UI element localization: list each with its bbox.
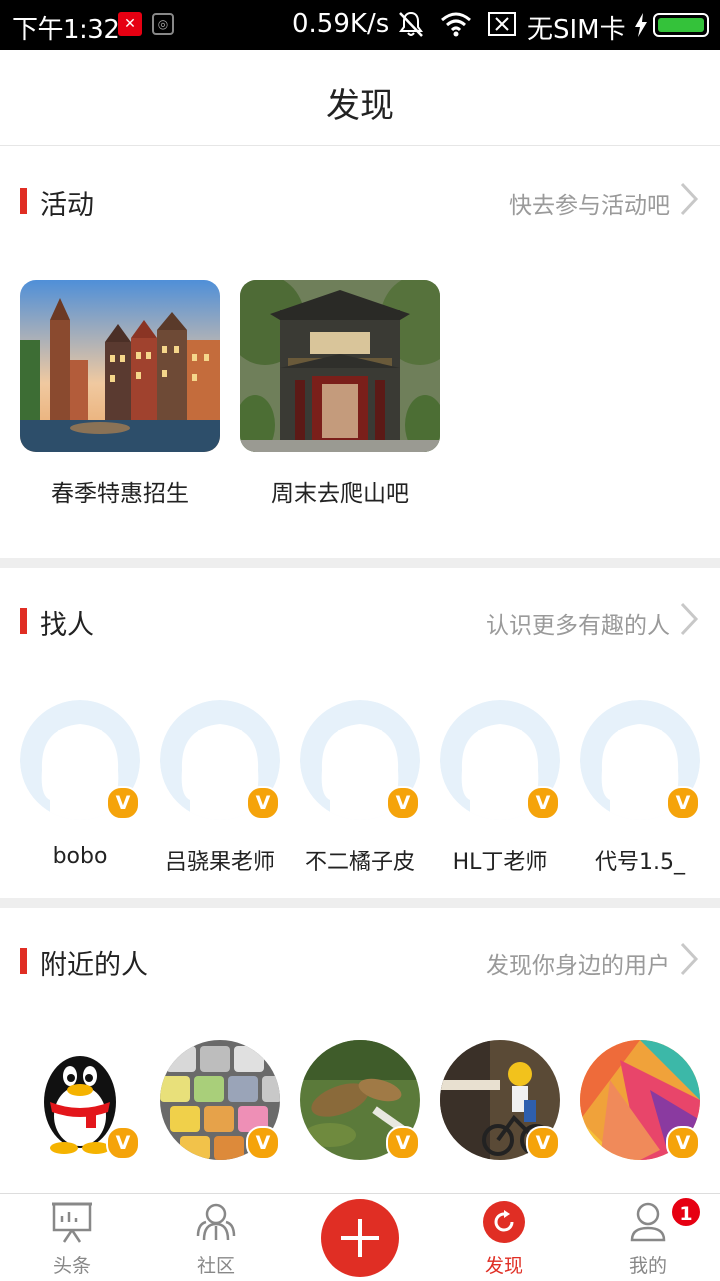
tab-community[interactable]: 社区 bbox=[144, 1194, 288, 1281]
plus-icon bbox=[341, 1219, 379, 1257]
discover-icon bbox=[483, 1201, 525, 1243]
chevron-right-icon[interactable] bbox=[678, 602, 700, 636]
battery-icon bbox=[653, 13, 709, 37]
section-divider bbox=[0, 898, 720, 908]
profile-icon bbox=[630, 1202, 666, 1242]
charging-icon bbox=[635, 13, 647, 37]
app-header: 发现 bbox=[0, 50, 720, 146]
verified-badge-icon: V bbox=[246, 1126, 280, 1160]
activity-section: 活动 快去参与活动吧 春季特惠招生 周末去爬山吧 bbox=[0, 146, 720, 558]
activity-card-image[interactable] bbox=[20, 280, 220, 452]
nearby-section: 附近的人 发现你身边的用户 V V V V V bbox=[0, 908, 720, 1193]
person-name[interactable]: bobo bbox=[10, 844, 150, 869]
person-name[interactable]: 不二橘子皮 bbox=[290, 844, 430, 876]
chevron-right-icon[interactable] bbox=[678, 942, 700, 976]
chevron-right-icon[interactable] bbox=[678, 182, 700, 216]
activity-title: 活动 bbox=[40, 190, 94, 221]
nearby-title: 附近的人 bbox=[40, 950, 148, 981]
tab-label: 发现 bbox=[484, 1255, 523, 1277]
tab-label: 社区 bbox=[196, 1255, 235, 1277]
tab-headlines[interactable]: 头条 bbox=[0, 1194, 144, 1281]
person-name[interactable]: 吕骁果老师 bbox=[150, 844, 290, 876]
status-bar: 下午1:32 ✕ ◎ 0.59K/s 无SIM卡 bbox=[0, 0, 720, 50]
presentation-icon bbox=[52, 1202, 92, 1243]
verified-badge-icon: V bbox=[106, 786, 140, 820]
person-name[interactable]: HL丁老师 bbox=[430, 844, 570, 876]
tab-label: 我的 bbox=[628, 1255, 667, 1277]
verified-badge-icon: V bbox=[246, 786, 280, 820]
verified-badge-icon: V bbox=[526, 1126, 560, 1160]
section-marker bbox=[20, 188, 27, 214]
activity-card-image[interactable] bbox=[240, 280, 440, 452]
section-marker bbox=[20, 608, 27, 634]
app-badge-icon: ◎ bbox=[152, 13, 174, 35]
activity-more-link[interactable]: 快去参与活动吧 bbox=[509, 186, 670, 220]
nearby-more-link[interactable]: 发现你身边的用户 bbox=[486, 946, 670, 980]
verified-badge-icon: V bbox=[386, 1126, 420, 1160]
tab-label: 头条 bbox=[52, 1255, 91, 1277]
activity-card-label[interactable]: 周末去爬山吧 bbox=[230, 474, 450, 508]
verified-badge-icon: V bbox=[666, 786, 700, 820]
sim-status: 无SIM卡 bbox=[527, 15, 626, 45]
find-people-section: 找人 认识更多有趣的人 Vbobo V 吕骁果老师 V 不二橘子皮 V HL丁老师 V 代号1.… bbox=[0, 568, 720, 898]
notification-badge: 1 bbox=[670, 1196, 702, 1228]
verified-badge-icon: V bbox=[666, 1126, 700, 1160]
activity-card-label[interactable]: 春季特惠招生 bbox=[10, 474, 230, 508]
add-button[interactable] bbox=[321, 1199, 399, 1277]
community-icon bbox=[196, 1203, 236, 1241]
network-speed: 0.59K/s bbox=[292, 9, 390, 39]
find-people-more-link[interactable]: 认识更多有趣的人 bbox=[486, 606, 670, 640]
verified-badge-icon: V bbox=[526, 786, 560, 820]
verified-badge-icon: V bbox=[106, 1126, 140, 1160]
no-sim-icon bbox=[488, 12, 516, 36]
find-people-title: 找人 bbox=[40, 610, 94, 641]
section-marker bbox=[20, 948, 27, 974]
tab-discover[interactable]: 发现 bbox=[432, 1194, 576, 1281]
section-divider bbox=[0, 558, 720, 568]
mute-icon bbox=[399, 11, 423, 37]
person-name[interactable]: 代号1.5_ bbox=[570, 844, 710, 876]
page-title: 发现 bbox=[326, 86, 394, 126]
wifi-icon bbox=[441, 12, 471, 37]
verified-badge-icon: V bbox=[386, 786, 420, 820]
status-time: 下午1:32 bbox=[12, 15, 120, 45]
app-x-icon: ✕ bbox=[118, 12, 142, 36]
